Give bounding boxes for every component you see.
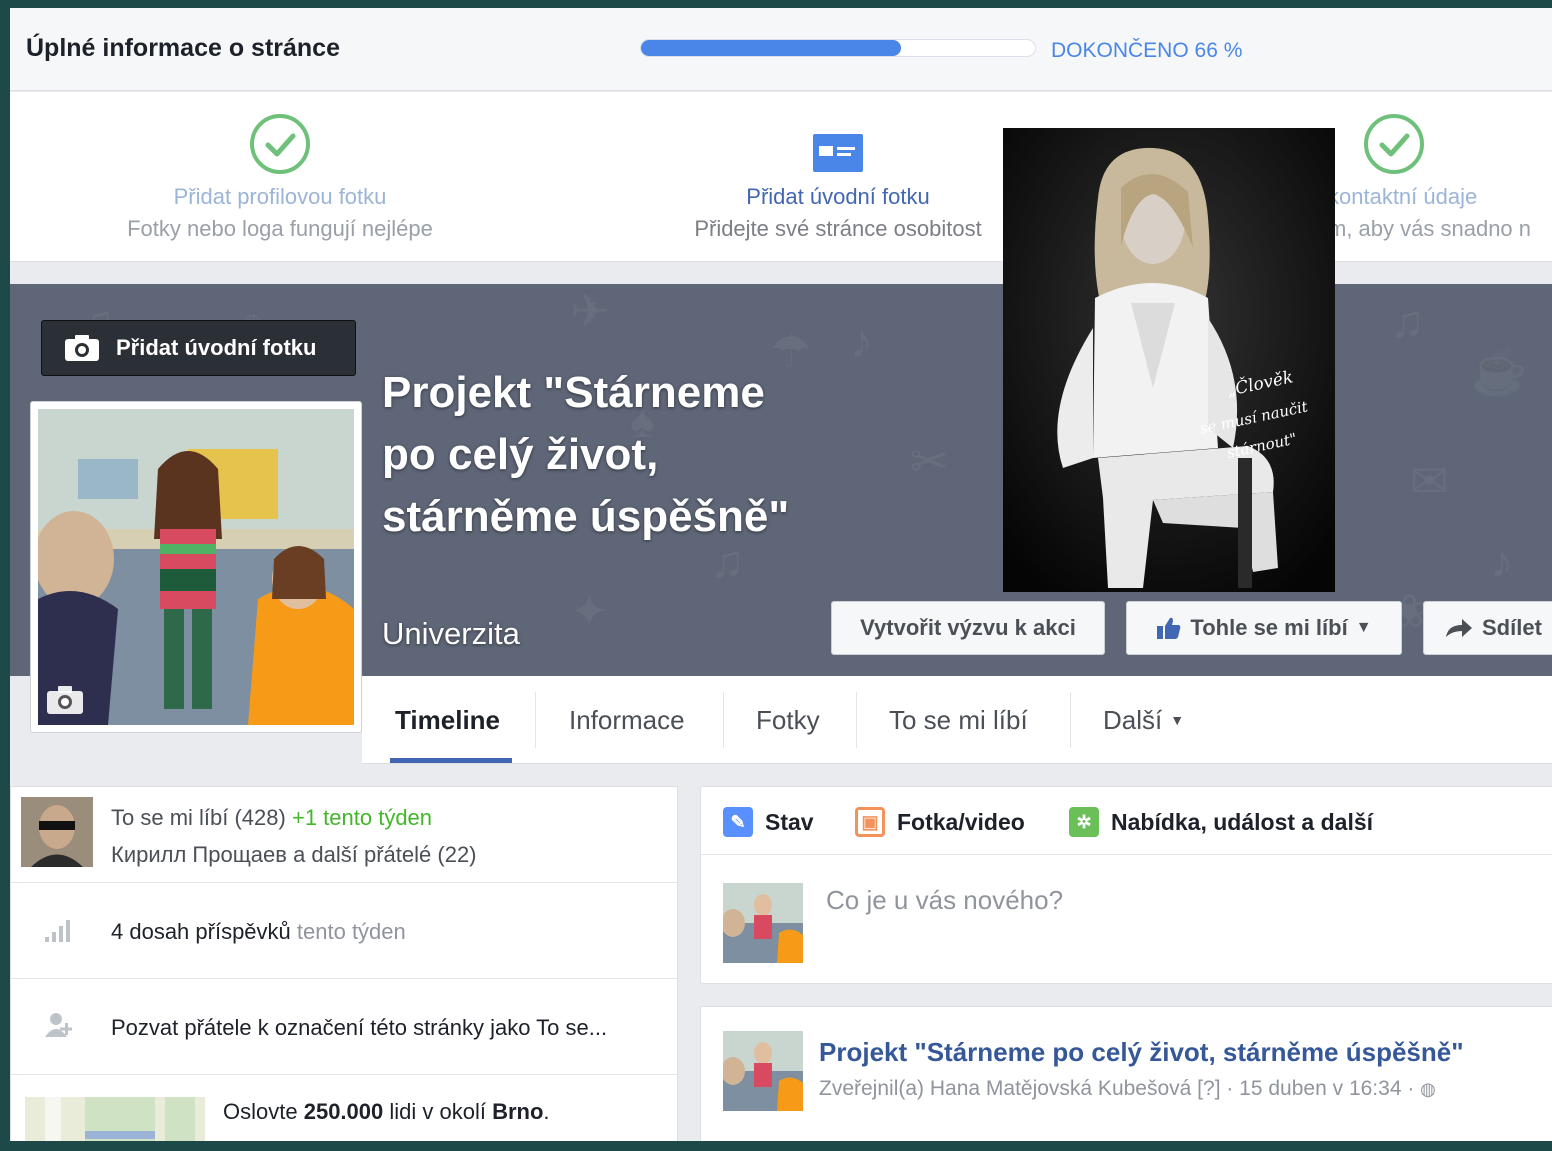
post-author-link[interactable]: Projekt "Stárneme po celý život, stárněm…	[819, 1037, 1464, 1068]
invite-friends-text: Pozvat přátele k označení této stránky j…	[111, 1015, 608, 1040]
reach-value: 4 dosah příspěvků	[111, 919, 291, 944]
friend-avatar	[21, 797, 93, 867]
step-add-contact-info[interactable]: kontaktní údaje m, aby vás snadno n	[1328, 112, 1552, 242]
page-avatar	[723, 883, 803, 963]
page-title[interactable]: Projekt "Stárneme po celý život, stárněm…	[382, 362, 822, 548]
tab-likes[interactable]: To se mi líbí	[889, 676, 1028, 764]
post-composer: ✎ Stav ▣ Fotka/video ✲ Nabídka, událost …	[700, 786, 1552, 984]
composer-tab-label: Nabídka, událost a další	[1111, 808, 1374, 835]
step-subtitle: Přidejte své stránce osobitost	[694, 216, 982, 241]
active-tab-indicator	[390, 758, 512, 763]
banner-title: Úplné informace o stránce	[26, 34, 340, 62]
add-cover-photo-label: Přidat úvodní fotku	[116, 335, 317, 360]
tab-more[interactable]: Další ▼	[1103, 676, 1184, 764]
tab-informace[interactable]: Informace	[569, 676, 685, 764]
add-person-icon	[45, 1013, 72, 1037]
camera-icon	[65, 335, 99, 361]
caret-down-icon: ▼	[1170, 712, 1185, 728]
tab-divider	[535, 692, 536, 748]
page-completion-banner: Úplné informace o stránce DOKONČENO 66 %	[10, 8, 1552, 91]
facebook-page-window: Úplné informace o stránce DOKONČENO 66 %…	[10, 8, 1552, 1141]
invite-friends-row[interactable]: Pozvat přátele k označení této stránky j…	[11, 979, 677, 1075]
pencil-icon: ✎	[723, 807, 753, 837]
status-input[interactable]: Co je u vás nového?	[826, 885, 1063, 916]
page-category[interactable]: Univerzita	[382, 616, 520, 652]
add-cover-photo-button[interactable]: Přidat úvodní fotku	[41, 320, 356, 376]
share-label: Sdílet	[1482, 615, 1542, 640]
page-sidebar: To se mi líbí (428) +1 tento týden Кирил…	[10, 786, 678, 1141]
globe-icon[interactable]: ◍	[1420, 1079, 1436, 1099]
create-call-to-action-button[interactable]: Vytvořit výzvu k akci	[831, 601, 1105, 655]
tab-fotky[interactable]: Fotky	[756, 676, 820, 764]
chevron-down-icon: ▼	[1355, 619, 1372, 636]
share-arrow-icon	[1446, 619, 1472, 637]
completion-progress-bar	[640, 39, 1036, 57]
post-author-avatar[interactable]	[723, 1031, 803, 1111]
tab-label: Další	[1103, 704, 1163, 735]
timeline-post: Projekt "Stárneme po celý život, stárněm…	[700, 1006, 1552, 1141]
tab-timeline[interactable]: Timeline	[395, 676, 500, 764]
reach-row[interactable]: 4 dosah příspěvků tento týden	[11, 883, 677, 979]
completion-progress-text: DOKONČENO 66 %	[1051, 39, 1243, 62]
promo-end: .	[543, 1099, 550, 1124]
cover-photo-icon	[813, 134, 863, 172]
profile-photo	[38, 409, 354, 725]
tab-divider	[723, 692, 724, 748]
tab-divider	[1070, 692, 1071, 748]
promo-mid: lidi v okolí	[389, 1099, 486, 1124]
map-thumbnail	[25, 1097, 205, 1141]
step-title: Přidat profilovou fotku	[173, 184, 387, 209]
likes-delta: +1 tento týden	[291, 805, 433, 830]
likes-friends[interactable]: Кирилл Прощаев a další přátelé (22)	[111, 842, 477, 868]
composer-tab-label: Fotka/video	[897, 808, 1025, 835]
camera-icon[interactable]	[46, 685, 84, 715]
portrait-photo: „Člověk se musí naučit stárnout"	[1003, 128, 1335, 592]
composer-tab-status[interactable]: ✎ Stav	[723, 807, 814, 837]
promo-count: 250.000	[303, 1099, 384, 1124]
likes-row[interactable]: To se mi líbí (428) +1 tento týden Кирил…	[11, 787, 677, 883]
bar-chart-icon	[45, 920, 70, 942]
post-meta-text: Zveřejnil(a) Hana Matějovská Kubešová [?…	[819, 1077, 1415, 1100]
profile-picture[interactable]	[30, 401, 362, 733]
share-button[interactable]: Sdílet	[1423, 601, 1552, 655]
tab-label: Timeline	[395, 704, 501, 735]
cta-label: Vytvořit výzvu k akci	[860, 615, 1076, 640]
tab-label: To se mi líbí	[889, 704, 1028, 735]
post-meta: Zveřejnil(a) Hana Matějovská Kubešová [?…	[819, 1077, 1436, 1101]
step-subtitle: m, aby vás snadno n	[1328, 216, 1532, 241]
tab-label: Fotky	[756, 704, 820, 735]
step-add-cover-photo[interactable]: Přidat úvodní fotku Přidejte své stránce…	[678, 112, 998, 242]
like-label: Tohle se mi líbí	[1190, 615, 1348, 640]
tab-label: Informace	[569, 704, 685, 735]
promo-city: Brno	[492, 1099, 544, 1124]
step-subtitle: Fotky nebo loga fungují nejlépe	[127, 216, 433, 241]
check-circle-icon	[1364, 114, 1424, 174]
composer-tab-photo-video[interactable]: ▣ Fotka/video	[855, 807, 1025, 837]
page-tabs: Timeline Informace Fotky To se mi líbí D…	[362, 676, 1552, 764]
completion-progress-fill	[641, 40, 902, 56]
offer-event-icon: ✲	[1069, 807, 1099, 837]
thumbs-up-icon	[1157, 617, 1181, 639]
likes-count[interactable]: To se mi líbí (428)	[111, 805, 286, 830]
photo-icon: ▣	[855, 807, 885, 837]
reach-period: tento týden	[296, 919, 406, 944]
promo-prefix: Oslovte	[223, 1099, 298, 1124]
step-title: kontaktní údaje	[1328, 184, 1478, 209]
promote-row[interactable]: Oslovte 250.000 lidi v okolí Brno.	[11, 1075, 677, 1141]
composer-tab-label: Stav	[765, 808, 814, 835]
like-page-button[interactable]: Tohle se mi líbí ▼	[1126, 601, 1402, 655]
composer-tab-offer-event[interactable]: ✲ Nabídka, událost a další	[1069, 807, 1373, 837]
check-circle-icon	[250, 114, 310, 174]
tab-divider	[856, 692, 857, 748]
step-add-profile-photo[interactable]: Přidat profilovou fotku Fotky nebo loga …	[115, 112, 445, 242]
step-title: Přidat úvodní fotku	[746, 184, 930, 209]
composer-tabs: ✎ Stav ▣ Fotka/video ✲ Nabídka, událost …	[701, 787, 1552, 855]
